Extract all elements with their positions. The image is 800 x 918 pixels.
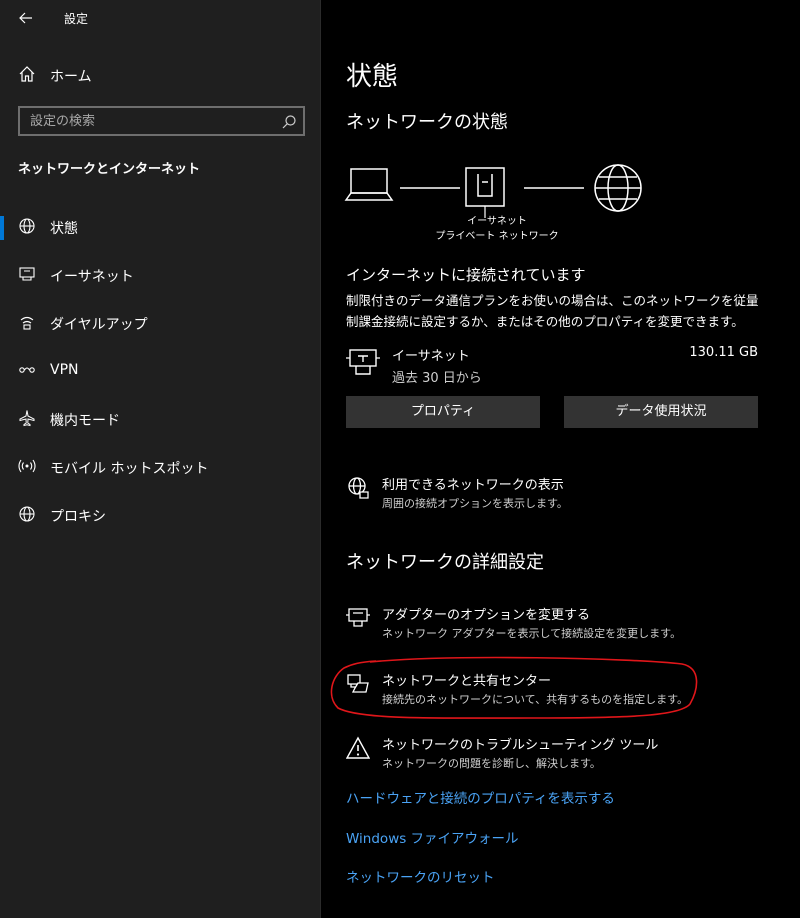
option-title: ネットワークのトラブルシューティング ツール <box>382 738 659 753</box>
internet-globe-icon <box>594 164 642 212</box>
windows-firewall-link[interactable]: Windows ファイアウォール <box>346 827 519 847</box>
sidebar-section-title: ネットワークとインターネット <box>18 162 201 177</box>
sidebar-item-ethernet[interactable]: イーサネット <box>0 252 321 300</box>
change-adapter-options[interactable]: アダプターのオプションを変更する ネットワーク アダプターを表示して接続設定を変… <box>346 604 786 648</box>
sidebar-item-label: 機内モード <box>50 413 120 429</box>
home-icon <box>18 65 36 83</box>
ethernet-port-icon <box>465 167 505 218</box>
page-title: 状態 <box>346 62 399 92</box>
properties-button[interactable]: プロパティ <box>346 396 540 428</box>
option-title: 利用できるネットワークの表示 <box>382 478 564 493</box>
diagram-label: イーサネット プライベート ネットワーク <box>435 216 559 242</box>
hotspot-icon <box>18 457 36 475</box>
laptop-icon <box>344 168 394 201</box>
sidebar-item-dialup[interactable]: ダイヤルアップ <box>0 300 321 348</box>
option-description: ネットワーク アダプターを表示して接続設定を変更します。 <box>382 627 682 640</box>
search-icon[interactable] <box>281 114 297 130</box>
sidebar-item-vpn[interactable]: VPN <box>0 348 321 396</box>
sidebar-item-proxy[interactable]: プロキシ <box>0 492 321 540</box>
sidebar-item-mobile-hotspot[interactable]: モバイル ホットスポット <box>0 444 321 492</box>
network-globe-icon <box>346 476 370 500</box>
sidebar-item-label: プロキシ <box>50 509 106 525</box>
sidebar: 設定 ホーム ネットワークとインターネット 状態 イーサネット <box>0 0 321 918</box>
airplane-icon <box>18 409 36 427</box>
usage-period: 過去 30 日から <box>392 371 482 386</box>
advanced-settings-heading: ネットワークの詳細設定 <box>346 552 544 573</box>
sidebar-item-status[interactable]: 状態 <box>0 204 321 252</box>
main-content: 状態 ネットワークの状態 イーサネット プライベート ネットワーク インターネッ… <box>322 0 800 918</box>
warning-triangle-icon <box>345 736 371 760</box>
title-bar: 設定 <box>0 0 321 36</box>
sidebar-item-label: ホーム <box>50 69 92 85</box>
connection-status-title: インターネットに接続されています <box>346 266 586 284</box>
sidebar-item-label: ダイヤルアップ <box>50 317 148 333</box>
show-available-networks[interactable]: 利用できるネットワークの表示 周囲の接続オプションを表示します。 <box>346 474 786 518</box>
back-arrow-icon[interactable] <box>14 6 38 30</box>
sidebar-item-home[interactable]: ホーム <box>0 56 321 92</box>
proxy-globe-icon <box>18 505 36 523</box>
network-troubleshooter[interactable]: ネットワークのトラブルシューティング ツール ネットワークの問題を診断し、解決し… <box>345 734 786 778</box>
sidebar-item-label: イーサネット <box>50 269 134 285</box>
sidebar-item-label: 状態 <box>50 221 78 237</box>
sidebar-nav: 状態 イーサネット ダイヤルアップ VPN 機内モード モバイル ホットスポット… <box>0 204 321 540</box>
ethernet-icon <box>18 265 36 283</box>
search-input[interactable] <box>30 112 270 130</box>
network-adapter-icon <box>346 606 370 630</box>
ethernet-icon <box>346 348 380 378</box>
sidebar-item-label: VPN <box>50 362 79 378</box>
sidebar-item-label: モバイル ホットスポット <box>50 461 209 477</box>
search-box[interactable] <box>18 106 305 136</box>
window-title: 設定 <box>64 12 89 26</box>
sidebar-item-airplane[interactable]: 機内モード <box>0 396 321 444</box>
option-title: アダプターのオプションを変更する <box>382 608 591 623</box>
option-description: 周囲の接続オプションを表示します。 <box>382 497 568 510</box>
option-description: ネットワークの問題を診断し、解決します。 <box>382 757 601 770</box>
hardware-properties-link[interactable]: ハードウェアと接続のプロパティを表示する <box>346 787 615 807</box>
data-usage-button[interactable]: データ使用状況 <box>564 396 758 428</box>
ethernet-usage-row: イーサネット 過去 30 日から 130.11 GB <box>346 344 758 388</box>
ethernet-name: イーサネット <box>392 349 470 364</box>
dialup-icon <box>18 313 36 331</box>
network-reset-link[interactable]: ネットワークのリセット <box>346 866 495 886</box>
data-usage-amount: 130.11 GB <box>689 345 758 360</box>
vpn-icon <box>18 361 36 379</box>
red-annotation-circle <box>330 656 698 719</box>
network-status-heading: ネットワークの状態 <box>346 112 508 133</box>
status-globe-icon <box>18 217 36 235</box>
connection-status-description: 制限付きのデータ通信プランをお使いの場合は、このネットワークを従量制課金接続に設… <box>346 293 759 329</box>
